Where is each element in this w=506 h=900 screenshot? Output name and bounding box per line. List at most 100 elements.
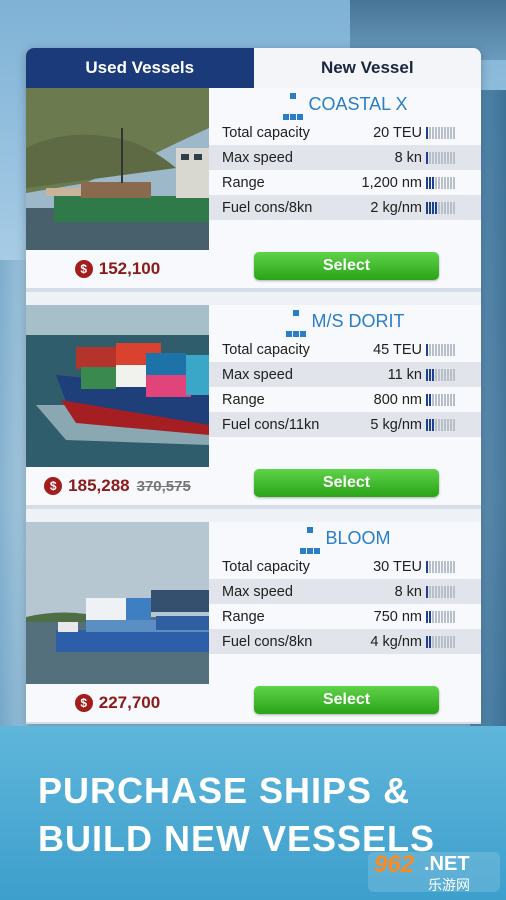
stat-bar [426,126,462,139]
stat-bar-segment [441,151,443,164]
stat-bar-segment [429,176,431,189]
stat-bar-segment [438,151,440,164]
stat-bar-segment [453,151,455,164]
stat-bar-segment [432,585,434,598]
stat-bar-segment [450,126,452,139]
stat-row: Range 800 nm [209,387,481,412]
vessel-photo [26,305,209,467]
stat-bar-segment [441,393,443,406]
stat-bar-segment [444,560,446,573]
containers-icon [286,300,307,342]
banner-line-1: PURCHASE SHIPS & [38,770,411,811]
stat-bar-segment [450,610,452,623]
stat-bar-segment [432,343,434,356]
stat-bar-segment [426,176,428,189]
watermark-brand: 962 [374,851,415,878]
stat-row: Total capacity 45 TEU [209,337,481,362]
stat-bar-segment [450,176,452,189]
watermark-suffix: .NET [424,853,470,875]
stat-bar-segment [435,393,437,406]
stat-bar-segment [429,585,431,598]
price-value: 185,288 [68,476,130,495]
stat-bar-segment [432,560,434,573]
stat-row: Fuel cons/8kn 2 kg/nm [209,195,481,220]
vessel-name-text: COASTAL X [308,93,408,114]
vessel-name-text: M/S DORIT [311,310,405,331]
select-button[interactable]: Select [254,686,439,714]
stat-bar-segment [453,343,455,356]
vessel-price: $ 152,100 [26,254,209,284]
stat-bar-segment [447,585,449,598]
stat-bar-segment [453,126,455,139]
stat-bar-segment [441,201,443,214]
coin-icon: $ [44,477,63,495]
stat-bar-segment [453,418,455,431]
stat-bar-segment [432,368,434,381]
stat-bar-segment [441,560,443,573]
stat-bar-segment [432,393,434,406]
vessel-price: $ 185,288 370,575 [26,471,209,501]
stat-bar-segment [438,610,440,623]
stat-row: Max speed 11 kn [209,362,481,387]
stat-bar-segment [447,176,449,189]
stat-bar [426,560,462,573]
stat-bar-segment [444,585,446,598]
select-button[interactable]: Select [254,252,439,280]
containers-icon [299,517,320,559]
stat-bar-segment [450,635,452,648]
stat-bar-segment [426,418,428,431]
stat-bar-segment [438,635,440,648]
stat-bar-segment [426,610,428,623]
stat-bar-segment [441,610,443,623]
stat-bar-segment [447,560,449,573]
stat-bar [426,201,462,214]
stat-bar-segment [453,393,455,406]
stat-bar [426,635,462,648]
stat-bar-segment [435,126,437,139]
vessel-stats: Total capacity 45 TEU Max speed 11 kn Rang… [209,337,481,437]
vessel-stats: Total capacity 30 TEU Max speed 8 kn Range… [209,554,481,654]
stat-bar-segment [453,585,455,598]
stat-bar-segment [435,201,437,214]
old-price: 370,575 [136,477,191,495]
stat-bar-segment [426,201,428,214]
stat-bar-segment [429,343,431,356]
stat-bar-segment [444,176,446,189]
stat-bar-segment [429,635,431,648]
stat-bar-segment [429,201,431,214]
select-button[interactable]: Select [254,469,439,497]
stat-bar-segment [426,393,428,406]
stat-bar [426,343,462,356]
vessel-card: $ 227,700 BLOOM Total capacity 30 TEU Max… [26,522,481,724]
watermark-sub: 乐游网 [428,877,470,893]
stat-bar-segment [429,418,431,431]
stat-bar-segment [447,635,449,648]
stat-bar-segment [432,418,434,431]
stat-bar-segment [429,151,431,164]
vessel-name-text: BLOOM [325,527,391,548]
stat-bar-segment [447,343,449,356]
stat-bar-segment [432,176,434,189]
tab-new-vessel[interactable]: New Vessel [253,48,481,88]
stat-bar [426,368,462,381]
stat-bar-segment [441,418,443,431]
stat-bar-segment [450,368,452,381]
stat-row: Max speed 8 kn [209,145,481,170]
vessel-shop-panel: Used Vessels New Vessel $ 152,100 COASTA… [26,48,481,724]
stat-bar-segment [444,393,446,406]
stat-bar-segment [444,610,446,623]
vessel-stats: Total capacity 20 TEU Max speed 8 kn Range… [209,120,481,220]
stat-bar-segment [429,368,431,381]
stat-bar-segment [453,560,455,573]
stat-bar-segment [426,560,428,573]
stat-bar-segment [435,635,437,648]
tab-used-vessels[interactable]: Used Vessels [26,48,254,88]
stat-bar-segment [426,151,428,164]
vessel-name: M/S DORIT [209,307,481,337]
stat-row: Max speed 8 kn [209,579,481,604]
stat-bar-segment [426,368,428,381]
stat-bar-segment [441,585,443,598]
stat-bar-segment [429,560,431,573]
stat-bar-segment [432,126,434,139]
stat-bar-segment [438,176,440,189]
